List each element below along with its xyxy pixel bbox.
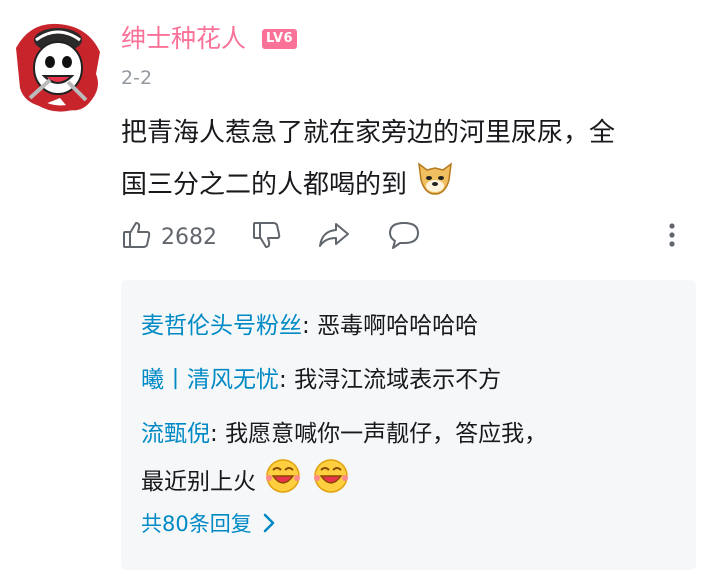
reply-button[interactable] [387,217,421,257]
reply-text: 我浔江流域表示不方 [294,367,502,393]
reply-text-cont: 最近别上火 [141,469,256,495]
comment-text-line1: 把青海人惹急了就在家旁边的河里尿尿，全 [121,118,616,148]
doge-emoji [415,158,455,213]
chevron-right-icon [262,512,276,534]
reply-author[interactable]: 曦丨清风无忧 [141,367,279,393]
thumbs-down-icon [251,219,283,255]
view-all-replies-link[interactable]: 共80条回复 [141,508,276,538]
comment-date: 2-2 [121,67,153,89]
reply-author[interactable]: 流甄倪 [141,421,210,447]
comment-text-line2-wrap: 国三分之二的人都喝的到 [121,158,701,213]
reply-separator: : [302,313,318,339]
laugh-emoji [311,456,351,509]
reply-item[interactable]: 流甄倪: 我愿意喊你一声靓仔，答应我， 最近别上火 [141,412,681,509]
comment-text-line2: 国三分之二的人都喝的到 [121,170,408,200]
avatar[interactable] [10,18,106,114]
level-badge: LV6 [262,29,298,49]
more-vertical-icon [665,219,679,255]
like-button[interactable]: 2682 [121,217,217,257]
more-replies-label: 共80条回复 [141,512,252,536]
reply-separator: : [279,367,295,393]
reply-item[interactable]: 麦哲伦头号粉丝: 恶毒啊哈哈哈哈 [141,304,681,348]
laugh-emoji [263,456,303,509]
comment-text: 把青海人惹急了就在家旁边的河里尿尿，全 国三分之二的人都喝的到 [121,108,701,213]
comment-icon [387,219,421,255]
username[interactable]: 绅士种花人 [121,22,246,56]
reply-author[interactable]: 麦哲伦头号粉丝 [141,313,302,339]
comment-actions: 2682 [121,217,711,257]
like-count: 2682 [161,224,217,250]
reply-text: 恶毒啊哈哈哈哈 [317,313,479,339]
dislike-button[interactable] [251,217,283,257]
reply-item[interactable]: 曦丨清风无忧: 我浔江流域表示不方 [141,358,681,402]
reply-text: 我愿意喊你一声靓仔，答应我， [225,421,548,447]
reply-separator: : [210,421,226,447]
replies-panel: 麦哲伦头号粉丝: 恶毒啊哈哈哈哈 曦丨清风无忧: 我浔江流域表示不方 流甄倪: … [121,280,696,570]
share-button[interactable] [317,217,351,257]
share-icon [317,219,351,255]
more-options-button[interactable] [665,217,679,257]
thumbs-up-icon [121,219,153,255]
